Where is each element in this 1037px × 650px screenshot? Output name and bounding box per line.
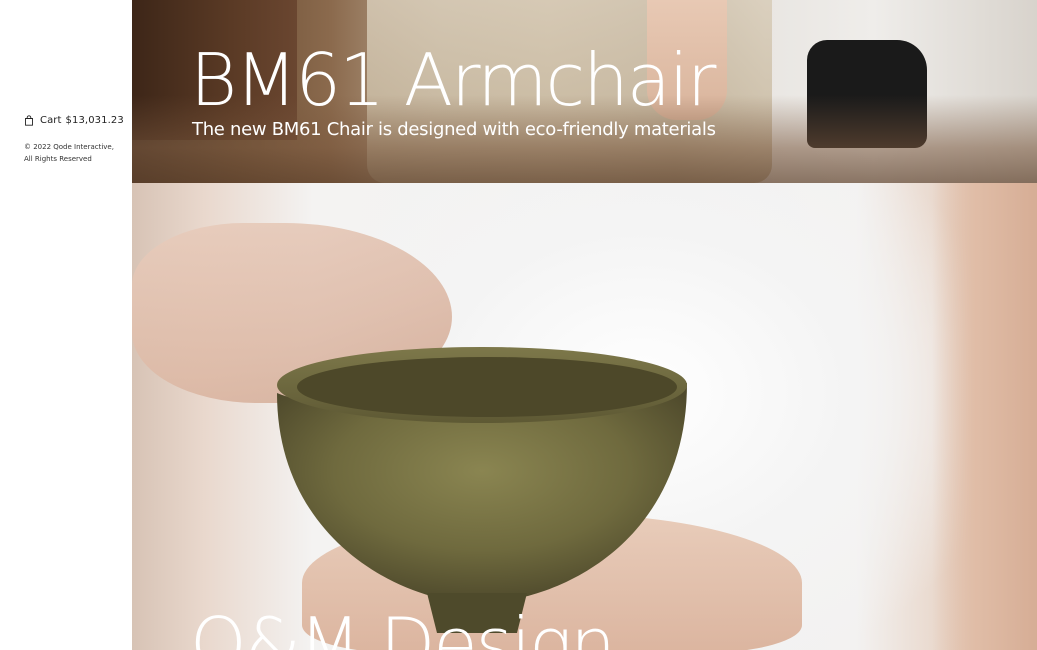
hero-subtitle: The new BM61 Chair is designed with eco-… bbox=[192, 119, 716, 140]
sidebar: Cart $13,031.23 © 2022 Qode Interactive,… bbox=[0, 0, 132, 650]
copyright-line-2: All Rights Reserved bbox=[24, 155, 92, 163]
copyright: © 2022 Qode Interactive, All Rights Rese… bbox=[24, 141, 124, 165]
shopping-bag-icon bbox=[25, 115, 33, 126]
hero-armchair[interactable]: BM61 Armchair The new BM61 Chair is desi… bbox=[132, 0, 1037, 183]
cart-button[interactable]: Cart $13,031.23 bbox=[24, 115, 124, 126]
hero-title[interactable]: BM61 Armchair bbox=[190, 44, 716, 116]
stone-bowl-image bbox=[277, 347, 687, 633]
arm-image bbox=[932, 183, 1037, 650]
cart-label: Cart bbox=[40, 115, 62, 126]
cart-total: $13,031.23 bbox=[65, 115, 124, 126]
copyright-line-1: © 2022 Qode Interactive, bbox=[24, 143, 114, 151]
hero-title[interactable]: Q&M Design bbox=[190, 608, 616, 650]
page: Cart $13,031.23 © 2022 Qode Interactive,… bbox=[0, 0, 1037, 650]
hero-bowl[interactable]: Q&M Design bbox=[132, 183, 1037, 650]
